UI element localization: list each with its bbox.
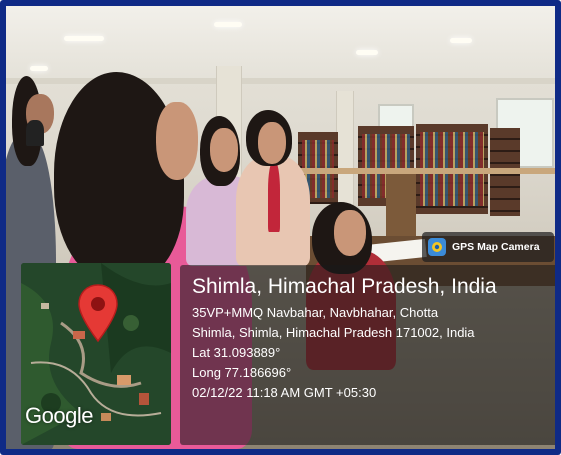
ceiling-light [214, 22, 242, 27]
timestamp: 02/12/22 11:18 AM GMT +05:30 [192, 385, 377, 400]
location-pin-icon [78, 284, 118, 343]
gps-camera-app-icon [428, 238, 446, 256]
location-title: Shimla, Himachal Pradesh, India [192, 275, 497, 298]
ceiling [6, 6, 555, 81]
person [268, 162, 280, 232]
address-line: Shimla, Shimla, Himachal Pradesh 171002,… [192, 325, 475, 340]
map-thumbnail: Google [21, 263, 171, 445]
person [156, 102, 198, 180]
railing [286, 168, 555, 174]
photo-frame: GPS Map Camera Google Shimla, Himachal P… [0, 0, 561, 455]
window [378, 104, 414, 128]
ceiling-light [30, 66, 48, 71]
ceiling-light [356, 50, 378, 55]
gps-camera-label: GPS Map Camera [452, 241, 540, 253]
address-line: 35VP+MMQ Navbahar, Navbhahar, Chotta [192, 305, 439, 320]
person [54, 72, 184, 282]
ceiling-light [64, 36, 104, 41]
person [210, 128, 238, 172]
latitude: Lat 31.093889° [192, 345, 281, 360]
location-info-panel: Shimla, Himachal Pradesh, India 35VP+MMQ… [180, 265, 555, 445]
person [334, 210, 366, 256]
longitude: Long 77.186696° [192, 365, 292, 380]
google-logo: Google [25, 403, 93, 428]
ceiling-light [450, 38, 472, 43]
desk [386, 174, 416, 244]
person [258, 122, 286, 164]
gps-camera-stamp: GPS Map Camera [422, 232, 554, 262]
person [26, 120, 44, 146]
library-photo: GPS Map Camera Google Shimla, Himachal P… [6, 6, 555, 449]
